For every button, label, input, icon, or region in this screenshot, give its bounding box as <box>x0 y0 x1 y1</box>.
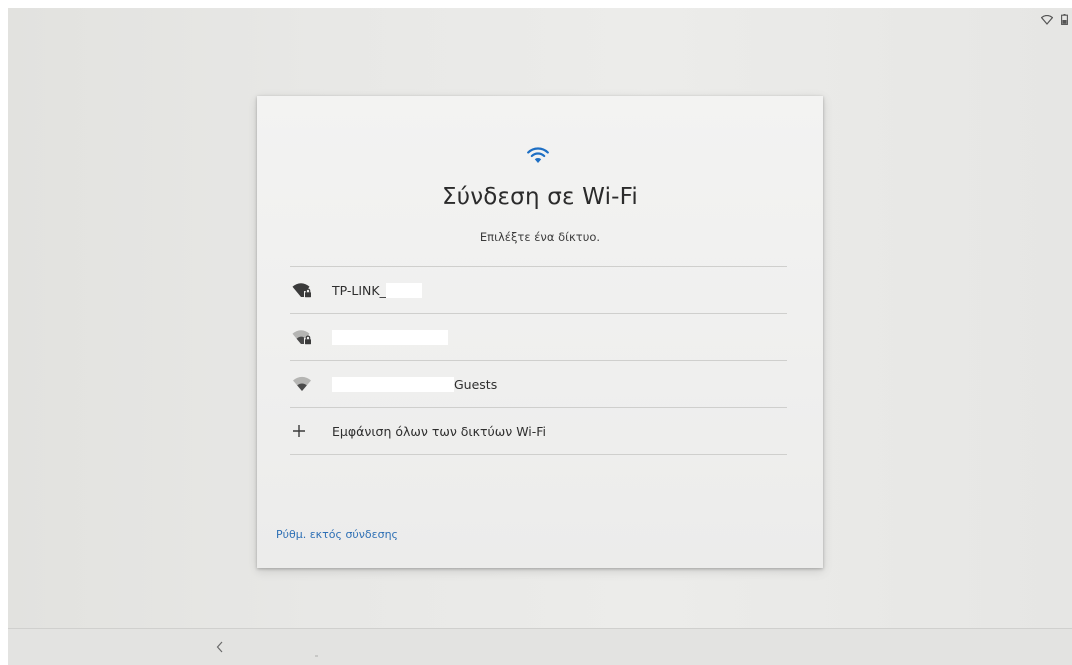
network-name: TP-LINK_ <box>332 282 422 298</box>
wifi-lock-icon <box>290 282 332 298</box>
wifi-icon <box>290 376 332 392</box>
network-name-text: TP-LINK_ <box>332 282 386 298</box>
page-title: Σύνδεση σε Wi-Fi <box>441 184 639 210</box>
battery-icon <box>1061 14 1068 25</box>
chevron-left-icon[interactable] <box>210 637 230 657</box>
wifi-setup-card: Σύνδεση σε Wi-Fi Επιλέξτε ένα δίκτυο. TP… <box>257 96 823 568</box>
network-item[interactable]: Guests <box>290 361 787 407</box>
nav-indicator <box>315 655 318 657</box>
redacted-block <box>332 376 454 392</box>
divider <box>290 454 787 455</box>
network-item[interactable]: TP-LINK_ <box>290 267 787 313</box>
tablet-screen: Σύνδεση σε Wi-Fi Επιλέξτε ένα δίκτυο. TP… <box>8 8 1072 665</box>
redacted-block <box>332 329 448 345</box>
navigation-bar <box>8 628 1072 665</box>
network-item[interactable] <box>290 314 787 360</box>
page-subtitle: Επιλέξτε ένα δίκτυο. <box>479 230 601 244</box>
redacted-block <box>385 282 422 298</box>
wifi-lock-icon <box>290 329 332 345</box>
show-all-networks-label: Εμφάνιση όλων των δικτύων Wi-Fi <box>332 423 547 439</box>
wifi-outline-icon <box>1041 14 1053 25</box>
network-name: Guests <box>332 376 498 392</box>
show-all-networks-button[interactable]: Εμφάνιση όλων των δικτύων Wi-Fi <box>290 408 787 454</box>
offline-setup-link[interactable]: Ρύθμ. εκτός σύνδεσης <box>276 528 398 541</box>
network-list: TP-LINK_ Guests Εμφάνιση όλων των δικτύω… <box>290 266 787 455</box>
plus-icon <box>290 424 332 438</box>
wifi-icon <box>527 146 549 168</box>
status-bar <box>1041 14 1068 25</box>
network-name-text: Guests <box>454 376 498 392</box>
network-name <box>332 329 448 345</box>
